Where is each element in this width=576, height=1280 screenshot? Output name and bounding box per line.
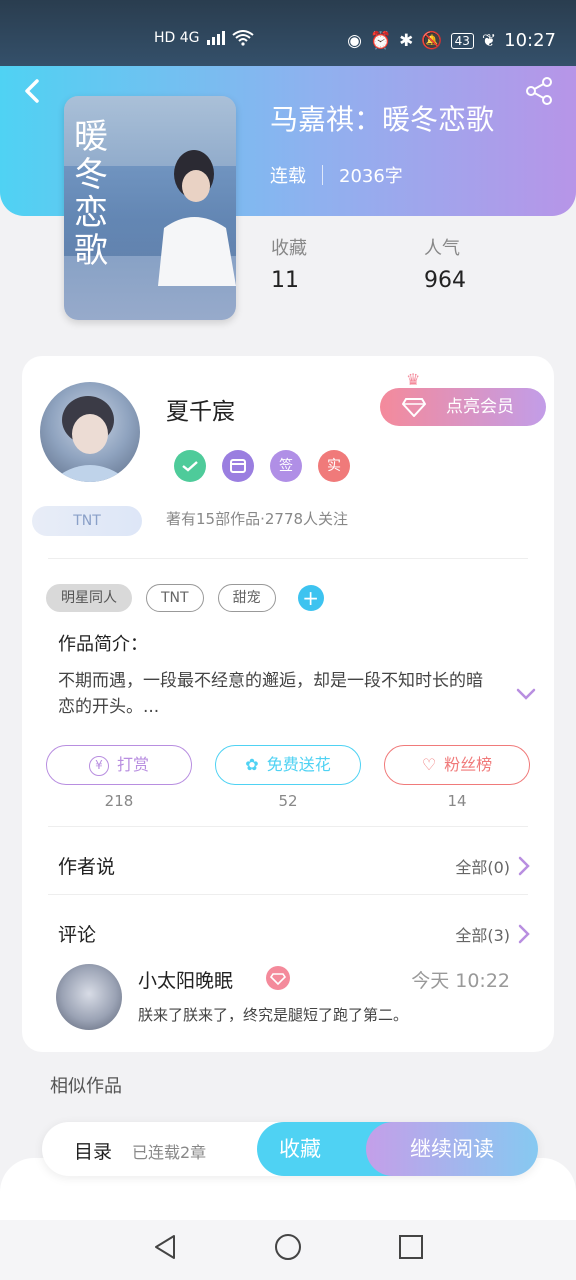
author-says-more[interactable]: 全部(0) — [455, 854, 530, 878]
tip-count: 218 — [104, 792, 134, 810]
signed-badge: 签 — [270, 450, 302, 482]
fan-count: 14 — [447, 792, 467, 810]
leaf-icon: ❦ — [481, 30, 497, 51]
author-badges: 签 实 — [174, 450, 350, 482]
fan-group-badge: TNT — [32, 506, 142, 536]
battery-indicator: 43 — [450, 32, 474, 49]
book-cover[interactable]: 暖冬恋歌 — [64, 96, 236, 320]
toc-button[interactable]: 目录 — [74, 1137, 112, 1164]
flower-icon: ✿ — [245, 755, 259, 774]
divider — [48, 894, 528, 895]
tag-list: 明星同人 TNT 甜宠 + — [46, 584, 324, 612]
meta-divider — [322, 165, 323, 185]
tag-item[interactable]: TNT — [146, 584, 204, 612]
commenter-name: 小太阳晚眠 — [138, 970, 234, 992]
add-tag-button[interactable]: + — [297, 585, 324, 611]
network-indicator: HD 4G — [154, 30, 200, 46]
send-flower-label: 免费送花 — [266, 755, 331, 774]
author-name[interactable]: 夏千宸 — [166, 392, 235, 426]
favorites-value: 11 — [271, 268, 299, 293]
verified-badge: 实 — [318, 450, 350, 482]
back-button[interactable] — [18, 76, 48, 106]
author-avatar[interactable] — [40, 382, 140, 482]
comment-text: 朕来了朕来了，终究是腿短了跑了第二。 — [138, 1006, 409, 1024]
yuan-icon: ¥ — [88, 755, 109, 776]
wifi-icon — [231, 30, 254, 46]
popularity-label: 人气 — [424, 238, 460, 259]
vip-diamond-icon — [266, 966, 290, 990]
tag-item[interactable]: 甜宠 — [217, 584, 276, 612]
similar-works-title: 相似作品 — [50, 1076, 122, 1097]
divider — [48, 558, 528, 559]
intro-title: 作品简介： — [58, 634, 148, 655]
comments-title: 评论 — [58, 924, 97, 946]
share-button[interactable] — [524, 76, 554, 106]
chevron-down-icon — [516, 688, 536, 700]
alarm-icon: ⏰ — [370, 30, 392, 51]
nav-home-icon[interactable] — [273, 1232, 303, 1262]
signal-icon — [206, 31, 225, 45]
cover-person-image — [158, 150, 236, 286]
comment-time: 今天 10:22 — [411, 970, 510, 992]
book-title: 马嘉祺：暖冬恋歌 — [270, 103, 495, 136]
author-says-title: 作者说 — [58, 856, 116, 878]
intro-text: 不期而遇，一段最不经意的邂逅，却是一段不知时长的暗恋的开头。... — [58, 671, 483, 717]
divider — [48, 826, 528, 827]
chapter-count: 已连载2章 — [132, 1143, 207, 1162]
expand-intro-button[interactable] — [516, 686, 536, 705]
popularity-value: 964 — [424, 268, 466, 293]
mute-icon: 🔕 — [421, 30, 443, 51]
handshake-badge-icon — [174, 450, 206, 482]
fan-ranking-label: 粉丝榜 — [444, 755, 493, 774]
chevron-left-icon — [25, 79, 39, 103]
vip-button[interactable]: 点亮会员 — [380, 388, 546, 426]
eye-icon: ◉ — [347, 30, 362, 51]
send-flower-button[interactable]: ✿ 免费送花 — [215, 745, 361, 785]
favorites-label: 收藏 — [271, 238, 307, 259]
word-count: 2036字 — [339, 166, 403, 187]
calendar-badge-icon — [222, 450, 254, 482]
comments-more[interactable]: 全部(3) — [455, 922, 530, 946]
fan-icon: ♡ — [421, 755, 437, 774]
book-meta: 连载 2036字 — [270, 162, 403, 188]
chevron-right-icon — [518, 856, 530, 876]
status-time: 10:27 — [504, 30, 556, 51]
tip-button[interactable]: ¥ 打赏 — [46, 745, 192, 785]
share-icon — [526, 77, 552, 105]
crown-icon: ♛ — [406, 370, 421, 389]
diamond-icon — [402, 398, 426, 417]
cover-title: 暖冬恋歌 — [74, 117, 108, 271]
nav-back-icon[interactable] — [150, 1232, 180, 1262]
nav-recents-icon[interactable] — [396, 1232, 426, 1262]
vip-button-label: 点亮会员 — [446, 397, 514, 417]
fan-ranking-button[interactable]: ♡ 粉丝榜 — [384, 745, 530, 785]
commenter-avatar[interactable] — [56, 964, 122, 1030]
bluetooth-icon: ✱ — [399, 30, 414, 51]
chevron-right-icon — [518, 924, 530, 944]
tag-item[interactable]: 明星同人 — [46, 584, 132, 612]
flower-count: 52 — [278, 792, 298, 810]
author-stats: 著有15部作品·2778人关注 — [166, 510, 349, 528]
tip-label: 打赏 — [116, 755, 149, 774]
status-bar: HD 4G ◉ ⏰ ✱ 🔕 43 ❦ 10:27 — [0, 0, 576, 66]
continue-reading-button[interactable]: 继续阅读 — [366, 1122, 538, 1176]
book-status: 连载 — [270, 166, 306, 187]
avatar-image — [50, 396, 130, 482]
